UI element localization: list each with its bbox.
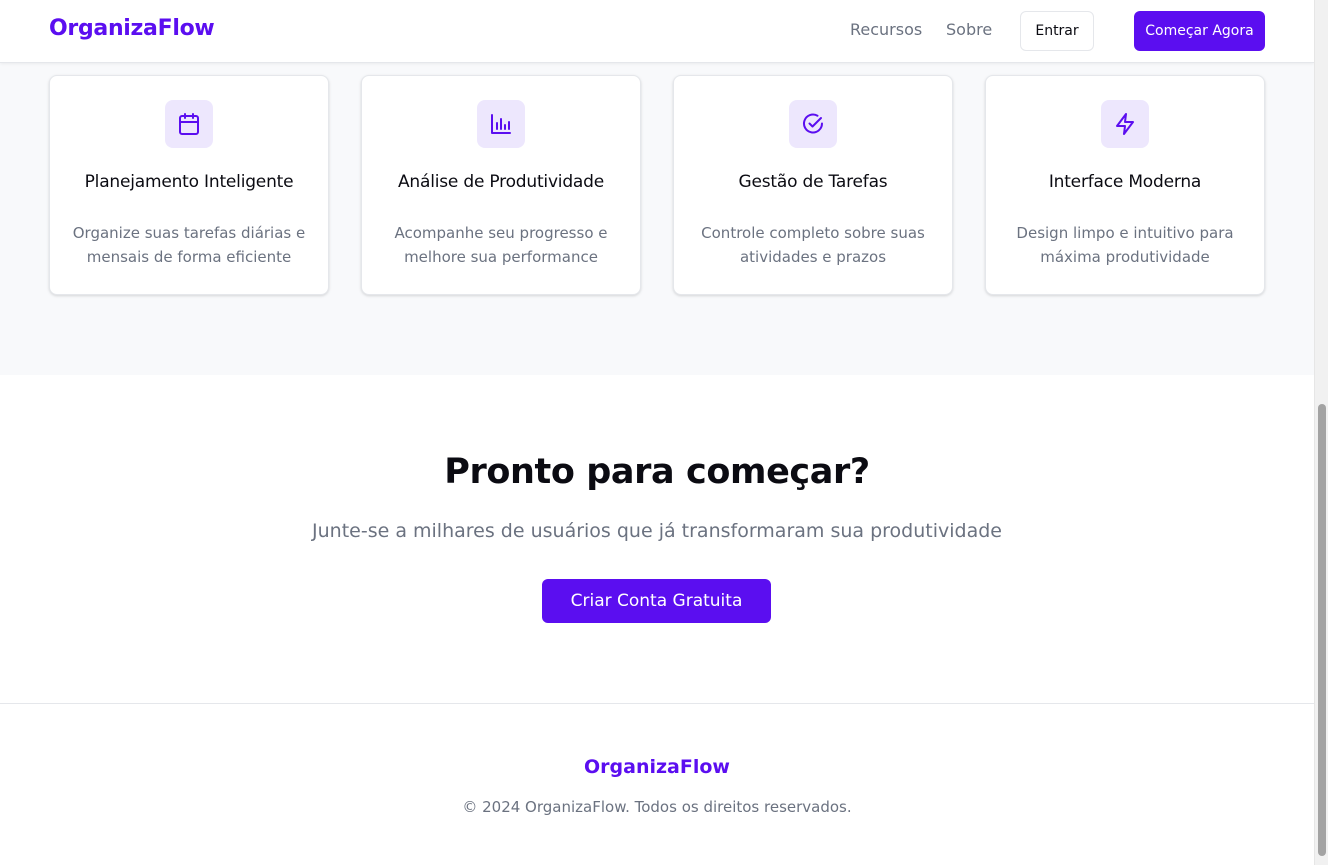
feature-card-planning: Planejamento Inteligente Organize suas t… xyxy=(49,75,329,295)
feature-title: Planejamento Inteligente xyxy=(84,172,294,192)
feature-card-interface: Interface Moderna Design limpo e intuiti… xyxy=(985,75,1265,295)
feature-description: Acompanhe seu progresso e melhore sua pe… xyxy=(394,224,608,266)
get-started-button[interactable]: Começar Agora xyxy=(1134,11,1265,51)
feature-title: Análise de Produtividade xyxy=(397,172,604,192)
feature-description: Design limpo e intuitivo para máxima pro… xyxy=(1016,224,1234,266)
cta-subtitle: Junte-se a milhares de usuários que já t… xyxy=(312,520,1002,542)
copyright-text: © 2024 OrganizaFlow. Todos os direitos r… xyxy=(462,798,852,816)
feature-description: Organize suas tarefas diárias e mensais … xyxy=(72,224,306,266)
feature-title: Gestão de Tarefas xyxy=(738,172,888,192)
vertical-scrollbar[interactable] xyxy=(1314,0,1328,865)
lightning-icon xyxy=(1101,100,1149,148)
footer: OrganizaFlow © 2024 OrganizaFlow. Todos … xyxy=(0,703,1314,865)
top-navbar: OrganizaFlow Recursos Sobre Entrar Começ… xyxy=(0,0,1314,63)
feature-card-analytics: Análise de Produtividade Acompanhe seu p… xyxy=(361,75,641,295)
check-circle-icon xyxy=(789,100,837,148)
footer-logo: OrganizaFlow xyxy=(584,756,730,778)
create-free-account-button[interactable]: Criar Conta Gratuita xyxy=(542,579,771,623)
feature-description: Controle completo sobre suas atividades … xyxy=(701,224,925,266)
brand-logo[interactable]: OrganizaFlow xyxy=(49,16,215,41)
bar-chart-icon xyxy=(477,100,525,148)
cta-title: Pronto para começar? xyxy=(444,452,870,492)
scrollbar-thumb[interactable] xyxy=(1318,404,1326,856)
page: Planejamento Inteligente Organize suas t… xyxy=(0,0,1314,865)
feature-card-tasks: Gestão de Tarefas Controle completo sobr… xyxy=(673,75,953,295)
nav-link-sobre[interactable]: Sobre xyxy=(946,20,992,39)
feature-title: Interface Moderna xyxy=(1048,172,1202,192)
calendar-icon xyxy=(165,100,213,148)
login-button[interactable]: Entrar xyxy=(1020,11,1094,51)
nav-link-recursos[interactable]: Recursos xyxy=(850,20,922,39)
